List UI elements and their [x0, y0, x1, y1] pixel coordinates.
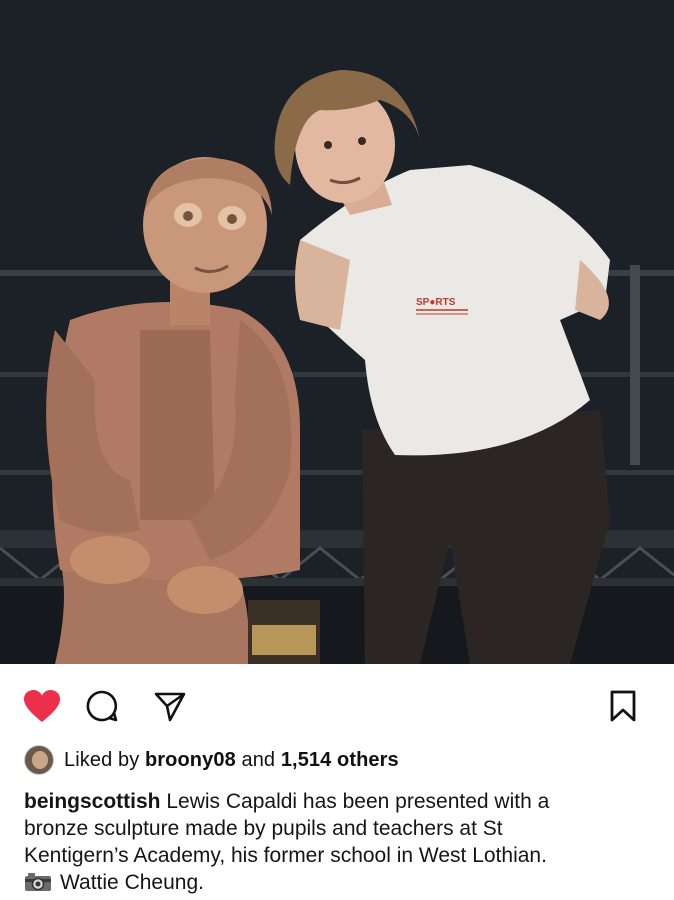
bookmark-icon[interactable]: [603, 686, 643, 726]
heart-icon[interactable]: [22, 686, 62, 726]
shirt-logo: SP●RTS: [416, 297, 456, 308]
liker-username[interactable]: broony08: [145, 749, 236, 772]
post-photo[interactable]: SP●RTS: [0, 0, 674, 664]
speech-bubble-icon[interactable]: [82, 686, 122, 726]
likes-connector: and: [241, 748, 276, 771]
photo-illustration: SP●RTS: [0, 0, 674, 664]
caption-username[interactable]: beingscottish: [24, 790, 161, 813]
photo-credit: Wattie Cheung.: [60, 871, 204, 894]
paper-plane-icon[interactable]: [150, 686, 190, 726]
caption-text-line1: Lewis Capaldi has been presented with a: [166, 790, 550, 813]
likes-prefix: Liked by: [64, 748, 140, 771]
likes-summary[interactable]: Liked by broony08 and 1,514 others: [24, 744, 399, 776]
caption-text-line2: bronze sculpture made by pupils and teac…: [24, 817, 503, 840]
liker-avatar[interactable]: [24, 745, 54, 775]
likes-count[interactable]: 1,514 others: [281, 749, 399, 772]
post-caption: beingscottish Lewis Capaldi has been pre…: [24, 788, 654, 896]
camera-icon: [24, 872, 52, 892]
post-actions-bar: [0, 664, 674, 744]
caption-text-line3: Kentigern’s Academy, his former school i…: [24, 844, 547, 867]
